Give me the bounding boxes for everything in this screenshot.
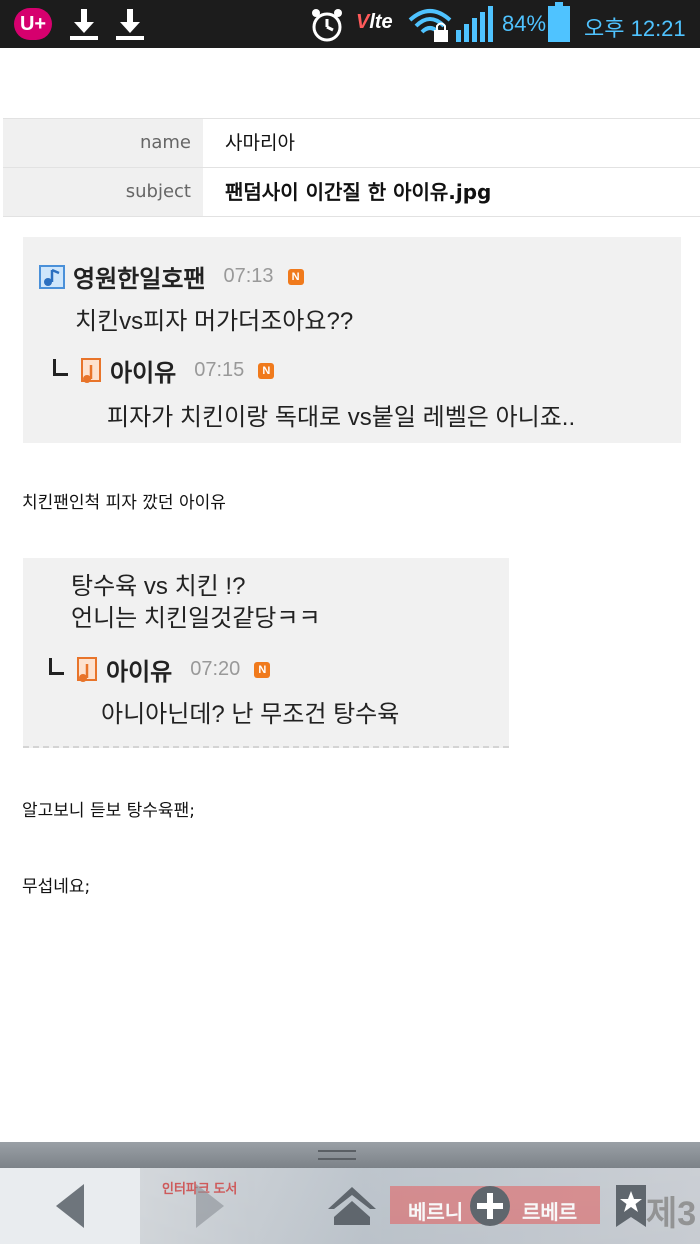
battery-percent: 84%: [502, 11, 547, 36]
new-badge: N: [258, 362, 275, 379]
reply-text: 아니아닌데? 난 무조건 탕수육: [101, 701, 400, 728]
home-icon: [328, 1187, 376, 1225]
music-note-icon: [77, 656, 97, 682]
clock: 오후 12:21: [584, 16, 686, 41]
reply-arrow-icon: [53, 359, 68, 376]
reply-author: 아이유: [106, 659, 173, 686]
quoted-comment-image-1: 영원한일호팬 07:13 N 치킨vs피자 머가더조아요?? 아이유 07:15…: [23, 237, 681, 443]
reply-author: 아이유: [110, 360, 177, 387]
music-note-icon: [39, 264, 65, 289]
reply-header: 아이유 07:15 N: [53, 353, 275, 388]
browser-toolbar: 인터파크 도서 베르니 르베르 제3: [0, 1168, 700, 1244]
reply-arrow-icon: [49, 658, 64, 675]
comment-text: 언니는 치킨일것같당ㅋㅋ: [71, 605, 321, 632]
signal-icon: [456, 6, 493, 42]
volte-icon: Vlte: [356, 11, 393, 33]
ad-text: 르베르: [522, 1202, 578, 1224]
new-badge: N: [254, 661, 271, 678]
status-bar: U+ Vlte 84% 오후 12:21: [0, 0, 700, 48]
add-tab-button[interactable]: [464, 1168, 516, 1244]
comment-author: 영원한일호팬: [73, 266, 206, 293]
battery-icon: [548, 2, 570, 42]
post-subject: 팬덤사이 이간질 한 아이유.jpg: [225, 180, 492, 204]
bookmark-button[interactable]: [606, 1168, 656, 1244]
comment-text: 치킨vs피자 머가더조아요??: [75, 308, 354, 335]
music-note-icon: [81, 357, 101, 383]
name-row: name 사마리아: [3, 119, 700, 168]
reply-header: 아이유 07:20 N: [49, 652, 271, 687]
back-button[interactable]: [40, 1168, 100, 1244]
download-icon: [116, 9, 144, 40]
plus-circle-icon: [470, 1186, 510, 1226]
post-body-line: 무섭네요;: [22, 877, 91, 897]
author-name[interactable]: 사마리아: [203, 119, 295, 167]
forward-button[interactable]: [180, 1168, 240, 1244]
comment-time: 07:13: [223, 265, 274, 287]
post-header-table: name 사마리아 subject 팬덤사이 이간질 한 아이유.jpg: [3, 118, 700, 217]
back-arrow-icon: [56, 1184, 84, 1228]
new-badge: N: [287, 268, 304, 285]
alarm-icon: [312, 9, 342, 42]
download-icon: [70, 9, 98, 40]
post-body-line: 알고보니 듣보 탕수육팬;: [22, 801, 195, 821]
forward-arrow-icon: [196, 1184, 224, 1228]
comment-header: 영원한일호팬 07:13 N: [39, 259, 304, 294]
reply-time: 07:20: [190, 658, 241, 680]
subject-label: subject: [3, 168, 203, 216]
bookmark-star-icon: [616, 1185, 646, 1227]
name-label: name: [3, 119, 203, 167]
post-body-line: 치킨팬인척 피자 깠던 아이유: [22, 493, 226, 513]
carrier-logo: U+: [14, 8, 52, 40]
toolbar-handle[interactable]: [0, 1142, 700, 1168]
subject-row: subject 팬덤사이 이간질 한 아이유.jpg: [3, 168, 700, 216]
reply-time: 07:15: [194, 359, 245, 381]
ad-text: 베르니: [408, 1202, 464, 1224]
reply-text: 피자가 치킨이랑 독대로 vs붙일 레벨은 아니죠..: [107, 404, 576, 431]
home-button[interactable]: [318, 1168, 386, 1244]
quoted-comment-image-2: 탕수육 vs 치킨 !? 언니는 치킨일것같당ㅋㅋ 아이유 07:20 N 아니…: [23, 558, 509, 748]
wifi-lock-icon: [408, 9, 452, 42]
comment-text: 탕수육 vs 치킨 !?: [71, 573, 246, 600]
grip-icon: [318, 1150, 356, 1160]
